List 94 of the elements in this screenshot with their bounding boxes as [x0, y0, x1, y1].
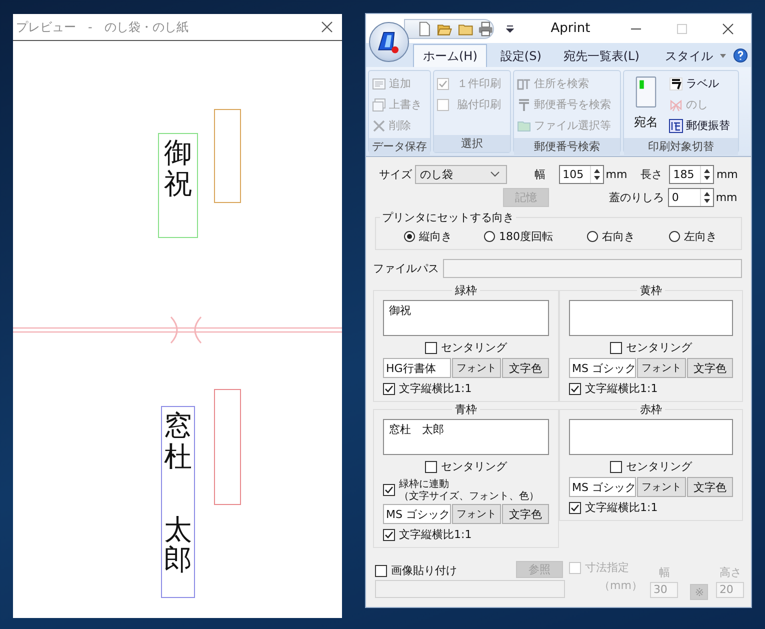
font-button[interactable]: フォント — [452, 504, 502, 524]
centering-checkbox[interactable]: センタリング — [569, 459, 733, 474]
check-icon — [384, 384, 394, 394]
text-color-button[interactable]: 文字色 — [502, 504, 549, 524]
flap-spin-field[interactable]: 0 — [668, 188, 714, 206]
window-title: Aprint — [550, 21, 592, 36]
aspect-ratio-checkbox[interactable]: 文字縦横比1:1 — [383, 381, 549, 396]
file-path-label: ファイルパス — [373, 261, 439, 276]
check-icon — [384, 530, 394, 540]
panel-title: 黄枠 — [639, 283, 663, 298]
size-label: サイズ — [379, 166, 413, 182]
font-name-field[interactable]: MS ゴシック — [383, 504, 451, 524]
printer-icon[interactable] — [478, 20, 493, 36]
transfer-icon — [669, 118, 683, 132]
group-title: プリンタにセットする向き — [381, 210, 515, 225]
frame-text: 御祝 — [164, 138, 192, 200]
size-dropdown[interactable]: のし袋 — [415, 164, 507, 184]
ribbon-button[interactable]: ラベル — [669, 73, 730, 94]
delete-icon — [372, 118, 386, 132]
orientation-radio[interactable]: 180度回転 — [484, 229, 587, 244]
font-button[interactable]: フォント — [636, 358, 686, 378]
aspect-ratio-checkbox[interactable]: 文字縦横比1:1 — [569, 381, 733, 396]
font-button[interactable]: フォント — [636, 477, 686, 497]
flap-label: 蓋のりしろ — [608, 190, 664, 204]
text-color-button[interactable]: 文字色 — [502, 358, 549, 378]
width-spin-field[interactable]: 105 — [558, 164, 604, 184]
check-icon — [570, 502, 580, 512]
check-icon — [570, 384, 580, 394]
customize-caret-icon[interactable] — [506, 24, 514, 32]
close-icon[interactable] — [722, 22, 734, 34]
frame-text-field[interactable]: 御祝 — [383, 300, 549, 336]
ribbon-tab[interactable]: 設定(S) — [491, 45, 550, 67]
ribbon-bow-icon — [669, 98, 683, 112]
check-icon — [384, 485, 394, 495]
orientation-radio[interactable]: 右向き — [587, 229, 669, 244]
centering-checkbox[interactable]: センタリング — [569, 340, 733, 355]
file-path-field[interactable] — [443, 259, 742, 278]
frame-text: 太郎 — [164, 514, 192, 576]
length-spin-field[interactable]: 185 — [669, 164, 714, 184]
spin-arrows-icon — [590, 166, 603, 182]
panel-title: 青枠 — [454, 402, 478, 417]
panel-title: 緑枠 — [454, 283, 478, 298]
frame-text-field[interactable]: 窓杜 太郎 — [383, 419, 549, 455]
font-name-field[interactable]: HG行書体 — [383, 358, 451, 378]
check-icon — [438, 78, 448, 88]
document-icon — [372, 76, 386, 90]
aspect-ratio-checkbox[interactable]: 文字縦横比1:1 — [569, 500, 733, 515]
frame-text-field[interactable] — [569, 300, 733, 336]
style-menu[interactable]: スタイル — [665, 45, 727, 67]
caret-icon — [490, 171, 500, 177]
orientation-radio[interactable]: 左向き — [669, 229, 741, 244]
frame-text-field[interactable] — [569, 419, 733, 455]
panel-title: 赤枠 — [639, 402, 663, 417]
link-checkbox[interactable]: 緑枠に連動 （文字サイズ、フォント、色） — [383, 479, 549, 502]
new-document-icon[interactable] — [417, 20, 432, 36]
text-color-button[interactable]: 文字色 — [686, 477, 733, 497]
group-label: 郵便番号検索 — [514, 138, 620, 155]
font-button[interactable]: フォント — [452, 358, 502, 378]
town-icon — [517, 76, 531, 90]
orientation-radio[interactable]: 縦向き — [404, 229, 484, 244]
group-label: 選択 — [434, 135, 510, 152]
centering-checkbox[interactable]: センタリング — [383, 459, 549, 474]
unit-label: mm — [715, 168, 739, 180]
frame-text: 窓杜 — [164, 411, 192, 473]
ribbon-tab[interactable]: 宛先一覧表(L) — [554, 45, 648, 67]
page-icon — [635, 76, 657, 108]
unit-label: （mm） — [599, 578, 642, 593]
unit-label: mm — [604, 168, 628, 180]
width-label: 幅 — [534, 166, 547, 182]
height-label: 高さ — [719, 565, 742, 580]
help-icon[interactable] — [733, 48, 748, 63]
image-path-field[interactable] — [375, 580, 565, 598]
unit-label: mm — [714, 190, 738, 204]
text-color-button[interactable]: 文字色 — [686, 358, 733, 378]
length-label: 長さ — [640, 166, 664, 182]
close-icon[interactable] — [321, 21, 333, 33]
font-name-field[interactable]: MS ゴシック — [569, 477, 636, 497]
font-name-field[interactable]: MS ゴシック — [569, 358, 636, 378]
ribbon-button[interactable]: 郵便振替 — [669, 115, 730, 136]
ribbon-tab[interactable]: ホーム(H) — [413, 44, 488, 67]
image-paste-checkbox[interactable]: 画像貼り付け — [375, 563, 457, 578]
width-label: 幅 — [658, 565, 670, 580]
aspect-ratio-checkbox[interactable]: 文字縦横比1:1 — [383, 527, 549, 542]
postal-mark-icon — [517, 98, 531, 112]
label-icon — [669, 76, 683, 90]
folder-icon — [517, 118, 531, 132]
group-label: データ保存 — [369, 138, 430, 155]
address-button[interactable]: 宛名 — [627, 73, 665, 136]
spin-arrows-icon — [700, 188, 713, 206]
window-title: プレビュー - のし袋・のし紙 — [16, 18, 188, 36]
documents-icon — [372, 98, 386, 112]
caret-icon — [719, 52, 727, 60]
group-label: 印刷対象切替 — [624, 138, 738, 155]
centering-checkbox[interactable]: センタリング — [383, 340, 549, 355]
